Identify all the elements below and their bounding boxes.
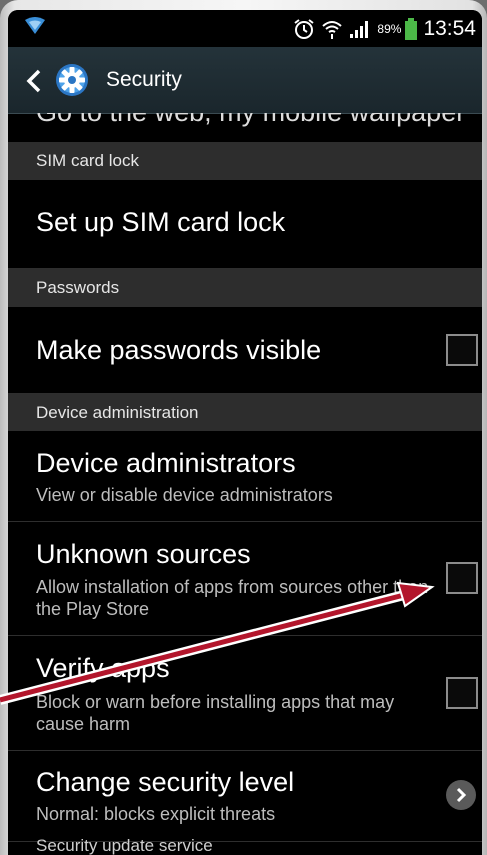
battery-icon (405, 18, 418, 40)
passwords-visible-item[interactable]: Make passwords visible (8, 307, 482, 394)
security-level-subtitle: Normal: blocks explicit threats (36, 804, 276, 824)
page-title: Security (106, 68, 182, 91)
section-header-security-update: Security update service (36, 836, 213, 855)
passwords-visible-title: Make passwords visible (36, 335, 322, 365)
device-administrators-title: Device administrators (36, 448, 296, 478)
verify-apps-subtitle: Block or warn before installing apps tha… (36, 692, 395, 734)
unknown-sources-title: Unknown sources (36, 539, 251, 569)
back-icon[interactable] (26, 69, 42, 93)
unknown-sources-item[interactable]: Unknown sources Allow installation of ap… (8, 522, 482, 636)
section-header-sim: SIM card lock (8, 142, 482, 180)
settings-list: Go to the web, my mobile wallpaper SIM c… (8, 113, 482, 842)
chevron-right-icon (456, 787, 467, 803)
verify-apps-checkbox[interactable] (446, 677, 478, 709)
security-level-chevron[interactable] (446, 780, 476, 810)
sim-lock-item[interactable]: Set up SIM card lock (8, 180, 482, 269)
status-bar: 89% 13:54 (8, 10, 482, 47)
device-administrators-item[interactable]: Device administrators View or disable de… (8, 431, 482, 522)
device-frame: 89% 13:54 Security SIM card lock Set up … (0, 0, 487, 855)
action-bar: Security (8, 47, 482, 114)
verify-apps-item[interactable]: Verify apps Block or warn before install… (8, 636, 482, 751)
wifi-icon (322, 21, 343, 39)
section-header-device-admin: Device administration (8, 394, 482, 431)
signal-icon (25, 17, 45, 34)
battery-percent: 89% (377, 22, 402, 36)
sim-lock-title: Set up SIM card lock (36, 207, 286, 237)
cutoff-item-text: Go to the web, my mobile wallpaper (36, 113, 465, 128)
unknown-sources-checkbox[interactable] (446, 562, 478, 594)
section-header-passwords: Passwords (8, 269, 482, 307)
clock: 13:54 (423, 17, 476, 40)
list-item-cutoff[interactable]: Go to the web, my mobile wallpaper (8, 113, 482, 142)
passwords-visible-checkbox[interactable] (446, 334, 478, 366)
gear-icon (56, 64, 88, 96)
cell-signal-icon (350, 21, 369, 38)
phone-screen: 89% 13:54 Security SIM card lock Set up … (8, 10, 482, 855)
security-level-item[interactable]: Change security level Normal: blocks exp… (8, 751, 482, 842)
alarm-icon (294, 19, 315, 39)
device-administrators-subtitle: View or disable device administrators (36, 485, 333, 505)
verify-apps-title: Verify apps (36, 653, 170, 683)
status-icons: 89% 13:54 (293, 14, 476, 44)
security-level-title: Change security level (36, 767, 295, 797)
unknown-sources-subtitle: Allow installation of apps from sources … (36, 577, 429, 619)
